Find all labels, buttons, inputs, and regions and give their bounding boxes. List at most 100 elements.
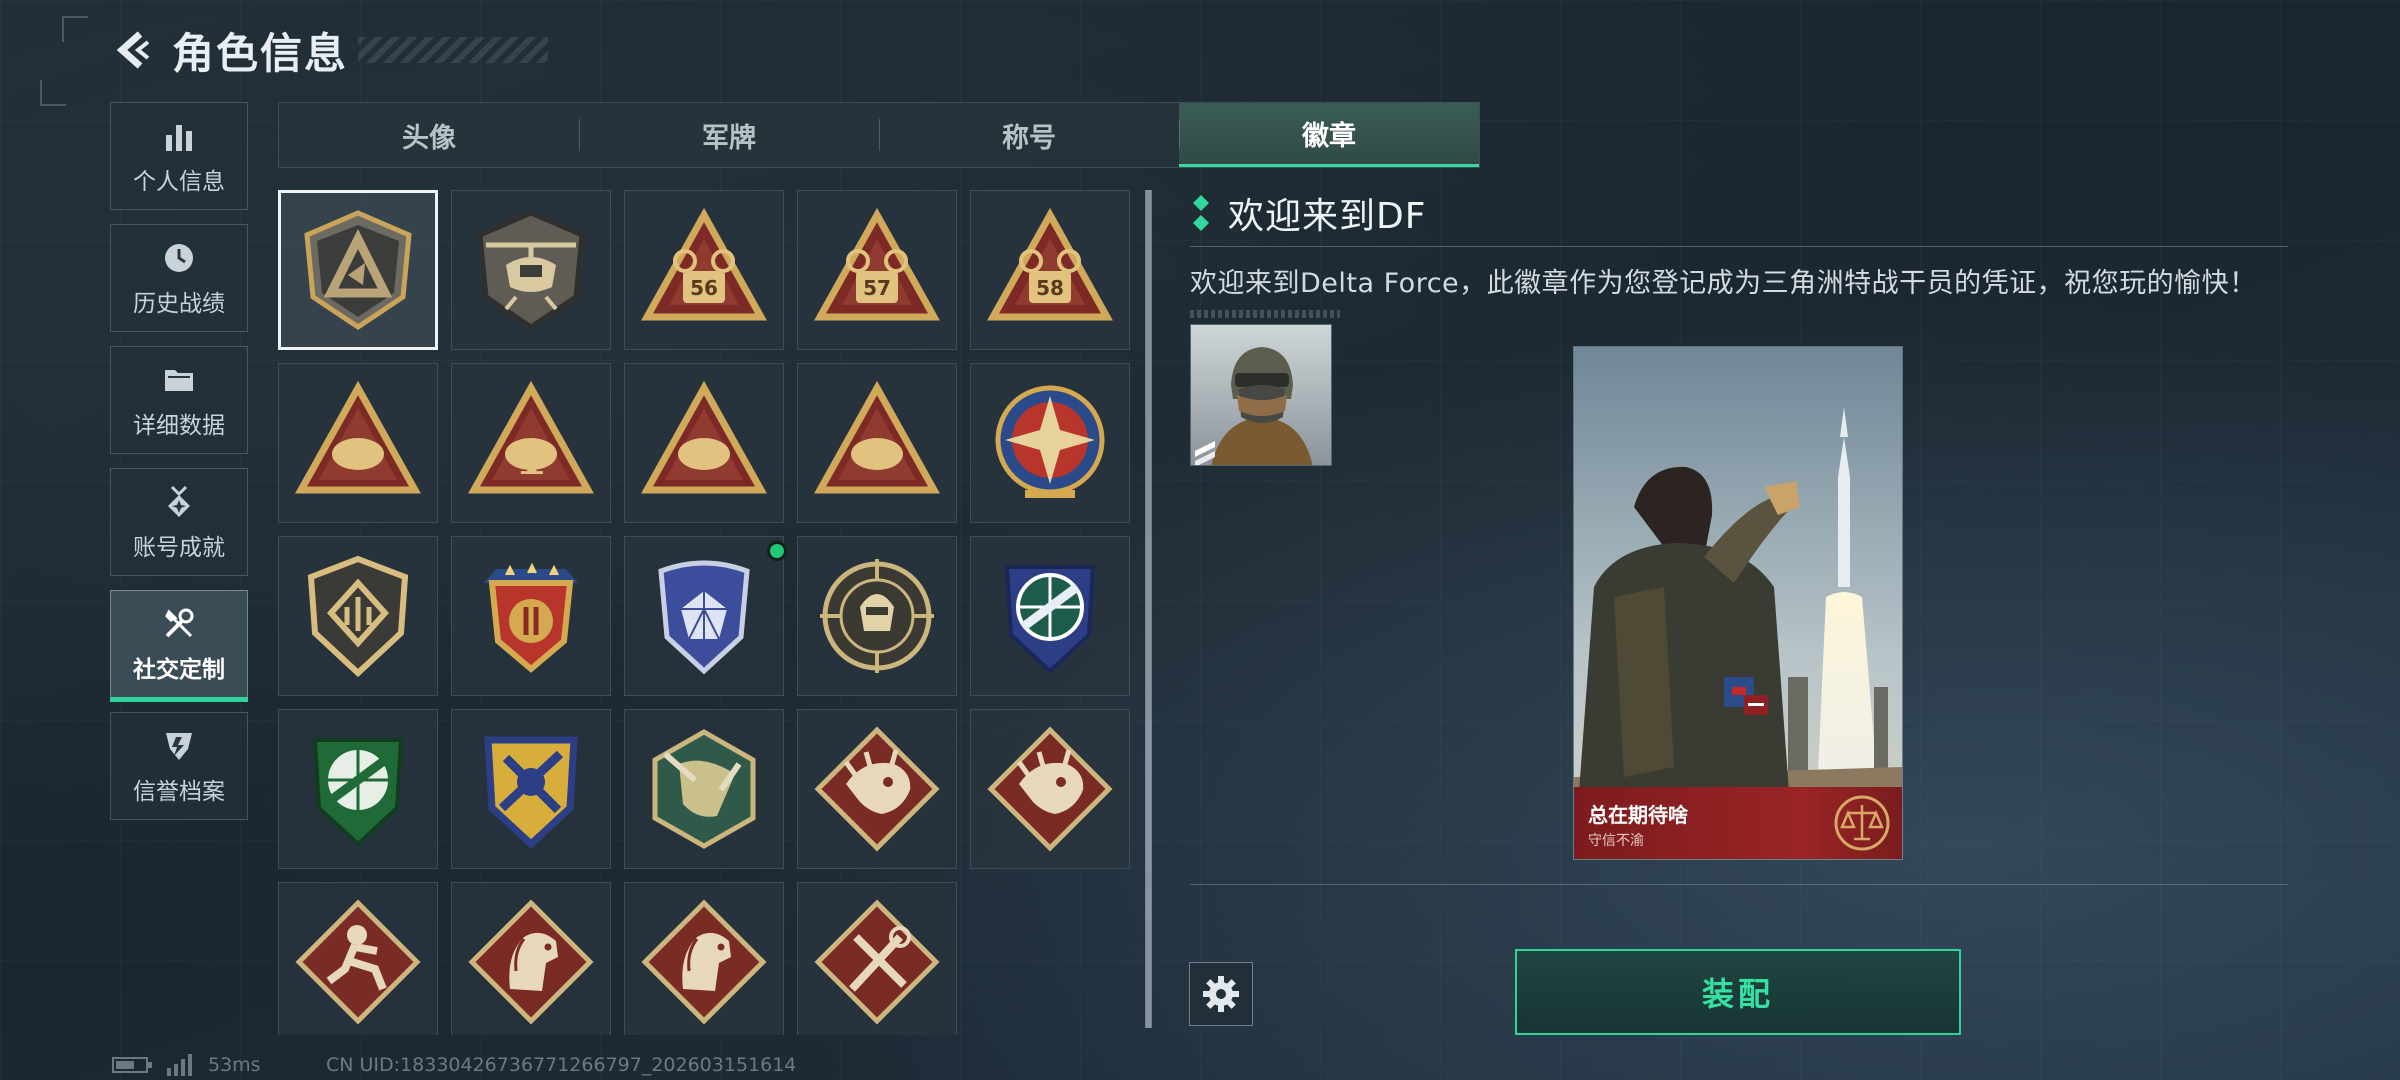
red-horse-badge-1	[468, 899, 594, 1025]
divider	[1190, 884, 2288, 885]
detail-header: 欢迎来到DF	[1190, 190, 2288, 237]
status-bar: 53ms	[112, 1054, 261, 1076]
blue-gem-shield-badge	[658, 560, 750, 675]
title-banner: 总在期待啥 守信不渝	[1574, 787, 1902, 859]
new-indicator-dot	[767, 541, 787, 561]
sidebar-item-credit[interactable]: 信誉档案	[110, 712, 248, 820]
preview-illustration	[1574, 347, 1902, 859]
folder-icon	[159, 360, 199, 400]
red-runner-badge	[295, 899, 421, 1025]
badge-item[interactable]	[624, 882, 784, 1035]
tab-title[interactable]: 称号	[879, 103, 1179, 167]
gold-cross-crest-badge	[484, 736, 578, 849]
title-decoration	[358, 37, 549, 63]
badge-item[interactable]: 56	[624, 190, 784, 350]
badge-item[interactable]	[278, 882, 438, 1035]
badge-item[interactable]	[451, 190, 611, 350]
gear-icon	[1203, 976, 1239, 1012]
badge-item[interactable]	[451, 709, 611, 869]
badge-item[interactable]	[278, 709, 438, 869]
sidebar-item-detail-data[interactable]: 详细数据	[110, 346, 248, 454]
page-title: 角色信息	[172, 28, 349, 78]
page-header: 角色信息	[110, 22, 549, 78]
latency-text: 53ms	[208, 1054, 261, 1076]
badge-number: 58	[1036, 276, 1064, 300]
badge-item[interactable]	[624, 536, 787, 696]
badge-item[interactable]	[797, 882, 957, 1035]
triangle-figure-badge	[641, 380, 767, 494]
badge-item[interactable]	[278, 190, 438, 350]
sidebar-item-social-custom[interactable]: 社交定制	[110, 590, 248, 702]
triangle-56-badge: 56	[641, 207, 767, 321]
badge-number: 56	[690, 276, 718, 300]
red-horse-badge-2	[641, 899, 767, 1025]
tools-icon	[159, 604, 199, 644]
badge-item[interactable]	[624, 363, 784, 523]
badge-item[interactable]	[797, 363, 957, 523]
corner-mark	[62, 16, 88, 42]
shield-emblem-icon	[159, 726, 199, 766]
badge-item[interactable]	[797, 709, 957, 869]
green-rifle-crest-badge	[312, 738, 404, 847]
sidebar-item-label: 历史战绩	[133, 291, 225, 317]
back-arrow-icon	[116, 31, 150, 69]
badge-item[interactable]	[797, 536, 957, 696]
helicopter-badge	[477, 210, 585, 331]
delta-shield-badge	[304, 210, 412, 331]
tab-avatar[interactable]: 头像	[279, 103, 579, 167]
badge-description: 欢迎来到Delta Force，此徽章作为您登记成为三角洲特战干员的凭证，祝您玩…	[1190, 268, 2257, 299]
badge-grid: 56 57 58 1	[278, 190, 1130, 1035]
tab-military-tag[interactable]: 军牌	[579, 103, 879, 167]
round-skull-badge	[820, 559, 934, 673]
red-gold-crest-badge	[484, 562, 578, 673]
badge-detail-panel: 欢迎来到DF 欢迎来到Delta Force，此徽章作为您登记成为三角洲特战干员…	[1190, 190, 2288, 885]
red-dragon-badge-1	[814, 726, 940, 852]
sidebar-item-personal-info[interactable]: 个人信息	[110, 102, 248, 210]
sidebar-nav: 个人信息 历史战绩 详细数据 账号成就 社交定制 信誉档案	[110, 102, 248, 834]
settings-button[interactable]	[1189, 962, 1253, 1026]
red-tools-badge	[814, 899, 940, 1025]
red-dragon-badge-2	[987, 726, 1113, 852]
history-clock-icon	[159, 238, 199, 278]
sidebar-item-label: 信誉档案	[133, 779, 225, 805]
star-compass-badge	[995, 385, 1105, 498]
triangle-1-badge: 1	[468, 380, 594, 494]
sidebar-item-label: 账号成就	[133, 535, 225, 561]
triangle-cloud-badge	[295, 380, 421, 494]
battery-icon	[112, 1057, 152, 1073]
badge-item[interactable]	[278, 536, 438, 696]
equip-button-label: 装配	[1701, 975, 1774, 1013]
badge-item[interactable]	[451, 882, 611, 1035]
badge-item[interactable]	[451, 536, 611, 696]
tab-badge[interactable]: 徽章	[1179, 103, 1479, 167]
sidebar-item-history[interactable]: 历史战绩	[110, 224, 248, 332]
shield-bronze-badge	[307, 555, 409, 678]
diamond-icon	[1193, 195, 1209, 231]
badge-number: 57	[863, 276, 891, 300]
badge-item[interactable]: 58	[970, 190, 1130, 350]
green-hornet-badge	[652, 729, 756, 849]
avatar[interactable]	[1190, 324, 1332, 466]
badge-item[interactable]	[970, 536, 1130, 696]
equip-button[interactable]: 装配	[1515, 949, 1961, 1035]
badge-item[interactable]	[970, 363, 1130, 523]
bar-chart-icon	[159, 116, 199, 156]
signal-icon	[167, 1054, 192, 1076]
description-decoration	[1190, 310, 1340, 318]
badge-number: 1	[514, 430, 547, 486]
badge-item[interactable]	[278, 363, 438, 523]
badge-item[interactable]: 1	[451, 363, 611, 523]
blue-rifle-crest-badge	[1004, 565, 1096, 674]
triangle-soldiers-badge	[814, 380, 940, 494]
corner-mark	[40, 80, 66, 106]
scales-emblem-icon	[1834, 795, 1890, 851]
divider	[1190, 246, 2288, 247]
back-button[interactable]	[110, 26, 158, 74]
badge-item[interactable]: 57	[797, 190, 957, 350]
scrollbar-thumb[interactable]	[1145, 190, 1152, 1028]
medal-icon	[159, 482, 199, 522]
sidebar-item-label: 个人信息	[133, 169, 225, 195]
badge-item[interactable]	[970, 709, 1130, 869]
sidebar-item-achievements[interactable]: 账号成就	[110, 468, 248, 576]
badge-item[interactable]	[624, 709, 784, 869]
